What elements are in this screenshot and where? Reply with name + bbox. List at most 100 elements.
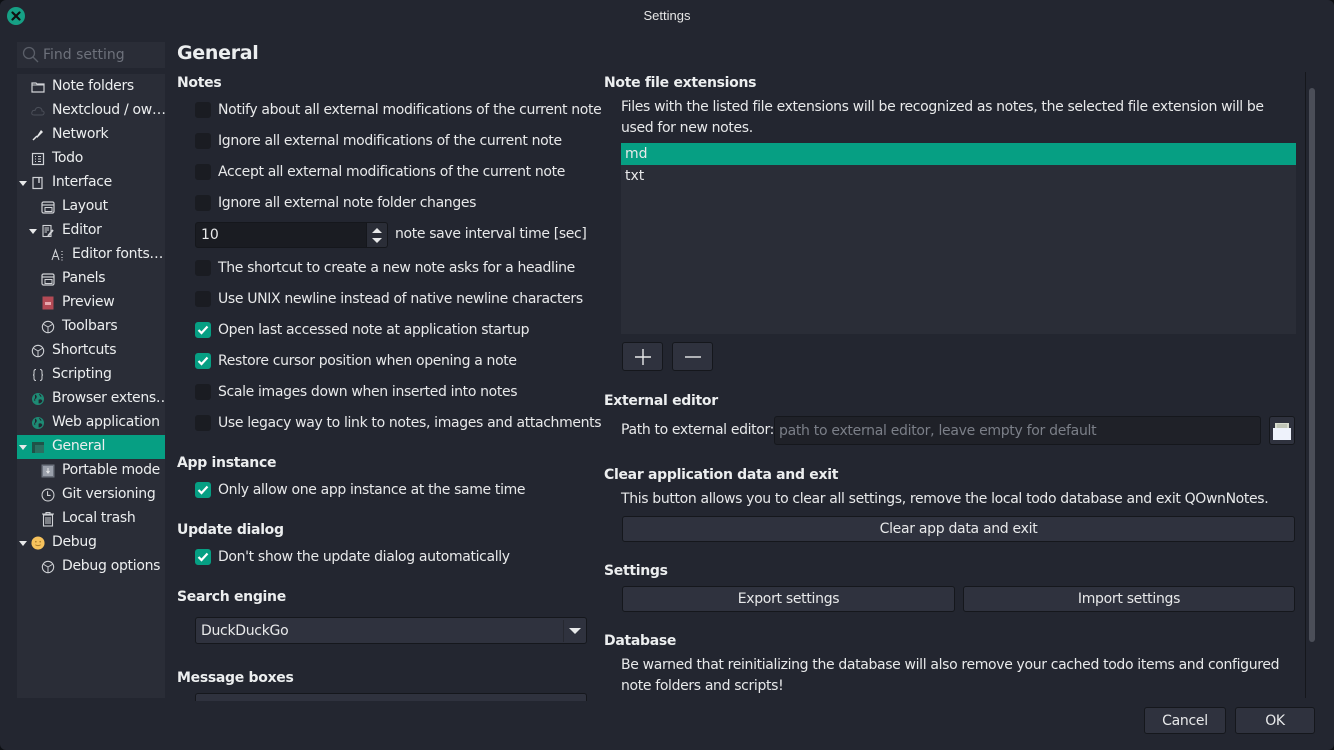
gear-icon <box>31 344 45 358</box>
option-checkbox-row[interactable]: Ignore all external note folder changes <box>195 192 476 214</box>
expand-arrow-icon[interactable] <box>29 229 37 234</box>
message-boxes-button[interactable] <box>195 693 587 701</box>
sidebar-item[interactable]: Toolbars <box>17 315 165 339</box>
checkmark-icon <box>197 356 209 366</box>
title-bar: Settings <box>0 0 1334 34</box>
editor-icon <box>41 224 55 238</box>
spin-down-arrow-icon[interactable] <box>372 238 382 243</box>
checkbox[interactable] <box>195 482 211 498</box>
sidebar-item[interactable]: Note folders <box>17 75 165 99</box>
expand-arrow-icon[interactable] <box>19 181 27 186</box>
sidebar-item[interactable]: Web application <box>17 411 165 435</box>
checkbox-label: Use UNIX newline instead of native newli… <box>218 291 583 307</box>
clock-icon <box>41 488 55 502</box>
file-extension-item[interactable]: txt <box>621 165 1296 187</box>
sidebar-item[interactable]: Browser extens… <box>17 387 165 411</box>
file-extensions-list[interactable]: md txt <box>621 143 1296 334</box>
checkbox[interactable] <box>195 291 211 307</box>
option-checkbox-row[interactable]: The shortcut to create a new note asks f… <box>195 257 575 279</box>
import-settings-button[interactable]: Import settings <box>963 586 1295 612</box>
search-engine-value: DuckDuckGo <box>201 622 289 639</box>
sidebar-item[interactable]: Editor <box>17 219 165 243</box>
checkbox[interactable] <box>195 260 211 276</box>
checkbox-label: Only allow one app instance at the same … <box>218 482 526 498</box>
sidebar-item[interactable]: Nextcloud / ow… <box>17 99 165 123</box>
option-checkbox-row[interactable]: Ignore all external modifications of the… <box>195 130 562 152</box>
expand-arrow-icon[interactable] <box>19 541 27 546</box>
add-extension-button[interactable] <box>622 342 663 371</box>
preview-image-icon <box>41 296 55 310</box>
remove-extension-button[interactable] <box>672 342 713 371</box>
option-checkbox-row[interactable]: Notify about all external modifications … <box>195 99 602 121</box>
sidebar-item[interactable]: Network <box>17 123 165 147</box>
checkbox[interactable] <box>195 415 211 431</box>
option-checkbox-row[interactable]: Accept all external modifications of the… <box>195 161 565 183</box>
sidebar-item[interactable]: Debug <box>17 531 165 555</box>
sidebar-item-label: Debug <box>52 534 97 550</box>
sidebar-item-label: Git versioning <box>62 486 156 502</box>
checkbox[interactable] <box>195 195 211 211</box>
spin-up-arrow-icon[interactable] <box>372 228 382 233</box>
checkbox[interactable] <box>195 133 211 149</box>
sidebar-item[interactable]: Panels <box>17 267 165 291</box>
plus-icon <box>634 348 651 365</box>
option-checkbox-row[interactable]: Open last accessed note at application s… <box>195 319 529 341</box>
checkbox[interactable] <box>195 353 211 369</box>
external-editor-path-input[interactable] <box>774 416 1261 445</box>
checkmark-icon <box>197 552 209 562</box>
sidebar-item-label: Local trash <box>62 510 136 526</box>
sidebar-item[interactable]: Todo <box>17 147 165 171</box>
checkbox-label: Ignore all external modifications of the… <box>218 133 562 149</box>
clear-data-description: This button allows you to clear all sett… <box>621 491 1269 507</box>
sidebar-item[interactable]: Layout <box>17 195 165 219</box>
sidebar-item[interactable]: Debug options <box>17 555 165 579</box>
sidebar-item[interactable]: General <box>17 435 165 459</box>
sidebar-item[interactable]: Git versioning <box>17 483 165 507</box>
browse-external-editor-button[interactable] <box>1269 416 1295 445</box>
sidebar-item[interactable]: Scripting <box>17 363 165 387</box>
checkbox[interactable] <box>195 384 211 400</box>
note-save-interval-spinbox[interactable] <box>195 222 388 248</box>
sidebar-item[interactable]: Shortcuts <box>17 339 165 363</box>
cancel-button[interactable]: Cancel <box>1144 707 1226 734</box>
network-plug-icon <box>31 128 45 142</box>
sidebar-item[interactable]: Preview <box>17 291 165 315</box>
ok-button[interactable]: OK <box>1235 707 1315 734</box>
expand-arrow-icon[interactable] <box>19 445 27 450</box>
checkbox[interactable] <box>195 102 211 118</box>
note-save-interval-input[interactable] <box>195 222 367 248</box>
sidebar-item-label: Scripting <box>52 366 112 382</box>
checkbox-label: Ignore all external note folder changes <box>218 195 477 211</box>
checkbox[interactable] <box>195 549 211 565</box>
sidebar-item[interactable]: Local trash <box>17 507 165 531</box>
gear-icon <box>41 320 55 334</box>
sidebar-item-label: Web application <box>52 414 160 430</box>
option-checkbox-row[interactable]: Scale images down when inserted into not… <box>195 381 518 403</box>
vertical-scrollbar[interactable] <box>1305 72 1317 698</box>
scrollbar-thumb[interactable] <box>1309 88 1315 642</box>
file-extension-item[interactable]: md <box>621 143 1296 165</box>
search-engine-section-title: Search engine <box>177 589 286 605</box>
database-section-title: Database <box>604 633 677 649</box>
search-engine-select[interactable]: DuckDuckGo <box>195 617 587 644</box>
settings-tree: Note folders Nextcloud / ow… Network Todo In… <box>17 74 165 698</box>
option-checkbox-row[interactable]: Use legacy way to link to notes, images … <box>195 412 602 434</box>
option-checkbox-row[interactable]: Use UNIX newline instead of native newli… <box>195 288 583 310</box>
sidebar-item[interactable]: Interface <box>17 171 165 195</box>
no-update-dialog-checkbox[interactable]: Don't show the update dialog automatical… <box>195 546 510 568</box>
export-settings-button[interactable]: Export settings <box>622 586 955 612</box>
find-setting-input[interactable] <box>43 47 161 63</box>
single-instance-checkbox[interactable]: Only allow one app instance at the same … <box>195 479 526 501</box>
find-setting-search[interactable] <box>17 42 165 68</box>
sidebar-item[interactable]: Editor fonts… <box>17 243 165 267</box>
sidebar-item-label: Nextcloud / ow… <box>52 102 165 118</box>
sidebar-item[interactable]: Portable mode <box>17 459 165 483</box>
checkbox[interactable] <box>195 164 211 180</box>
sidebar-item-label: Toolbars <box>62 318 118 334</box>
checkbox[interactable] <box>195 322 211 338</box>
clear-app-data-button[interactable]: Clear app data and exit <box>622 516 1295 542</box>
sidebar-item-label: Todo <box>52 150 83 166</box>
option-checkbox-row[interactable]: Restore cursor position when opening a n… <box>195 350 517 372</box>
trash-icon <box>41 511 55 527</box>
font-icon <box>51 248 65 262</box>
